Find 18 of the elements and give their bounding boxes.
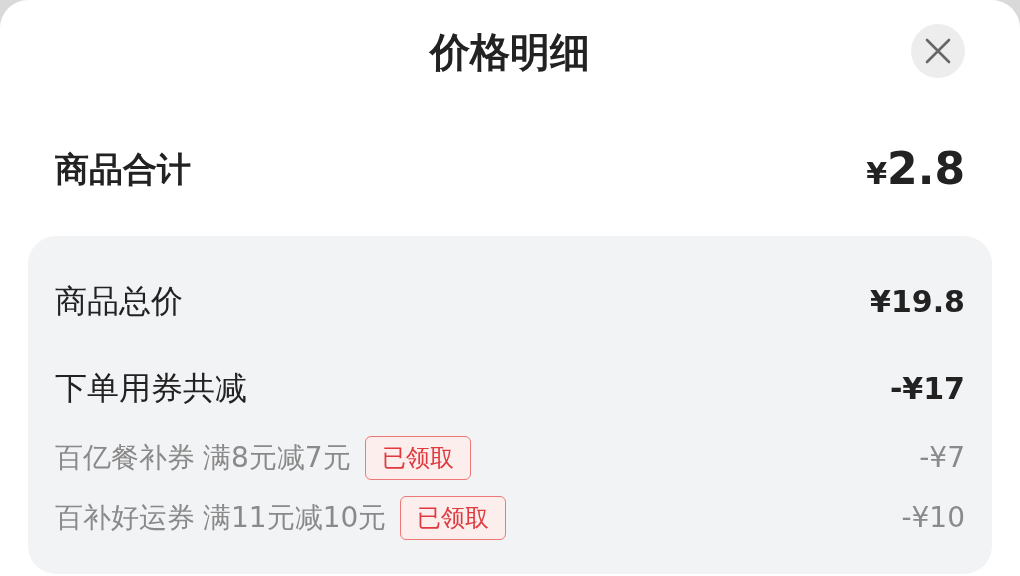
coupon-condition: 满11元减10元 — [203, 500, 387, 536]
detail-amount: -¥17 — [889, 369, 965, 408]
sheet-title: 价格明细 — [430, 28, 590, 77]
coupon-amount: -¥7 — [919, 440, 965, 476]
detail-label: 下单用券共减 — [55, 368, 247, 409]
claimed-badge: 已领取 — [400, 496, 507, 540]
subtotal-amount: 2.8 — [887, 142, 965, 196]
close-icon — [925, 38, 951, 64]
subtotal-label: 商品合计 — [55, 147, 191, 191]
coupon-name: 百亿餐补券 — [55, 440, 195, 476]
claimed-badge: 已领取 — [364, 436, 471, 480]
coupon-name: 百补好运券 — [55, 500, 195, 536]
close-button[interactable] — [911, 24, 965, 78]
detail-label: 商品总价 — [55, 281, 183, 322]
coupon-condition: 满8元减7元 — [203, 440, 351, 476]
detail-amount: ¥19.8 — [870, 282, 965, 321]
coupon-amount: -¥10 — [901, 500, 965, 536]
currency-symbol: ¥ — [866, 156, 888, 193]
